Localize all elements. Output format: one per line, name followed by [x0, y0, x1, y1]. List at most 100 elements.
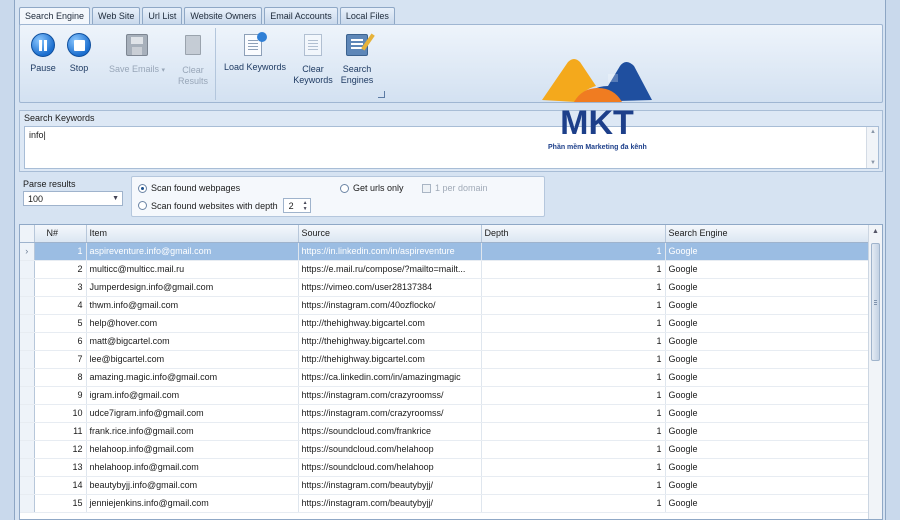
column-header-item[interactable]: Item [86, 225, 299, 243]
clear-results-button[interactable]: Clear Results [170, 32, 216, 87]
cell-item: nhelahoop.info@gmail.com [86, 458, 299, 477]
cell-item: multicc@multicc.mail.ru [86, 260, 299, 279]
cell-number: 12 [34, 440, 87, 459]
table-row[interactable]: › 1 aspireventure.info@gmail.com https://in… [20, 242, 870, 261]
row-selector[interactable] [20, 350, 35, 369]
ribbon-group-keywords: Load Keywords Clear Keywords Search Engi… [220, 28, 388, 100]
scroll-thumb[interactable] [871, 243, 880, 361]
column-header-number[interactable]: N# [34, 225, 87, 243]
row-selector[interactable] [20, 314, 35, 333]
get-urls-only-option[interactable]: Get urls only [340, 183, 404, 193]
cell-source: https://ca.linkedin.com/in/amazingmagic [298, 368, 482, 387]
table-row[interactable]: 14 beautybyjj.info@gmail.com https://insta… [20, 476, 870, 495]
row-selector[interactable] [20, 440, 35, 459]
table-row[interactable]: 5 help@hover.com http://thehighway.bigcart… [20, 314, 870, 333]
row-selector[interactable] [20, 260, 35, 279]
cell-number: 4 [34, 296, 87, 315]
tab-email-accounts[interactable]: Email Accounts [264, 7, 338, 24]
table-row[interactable]: 13 nhelahoop.info@gmail.com https://soundc… [20, 458, 870, 477]
table-row[interactable]: 7 lee@bigcartel.com http://thehighway.bigc… [20, 350, 870, 369]
load-keywords-button[interactable]: Load Keywords [220, 32, 290, 73]
cell-item: Jumperdesign.info@gmail.com [86, 278, 299, 297]
cell-number: 13 [34, 458, 87, 477]
table-row[interactable]: 15 jenniejenkins.info@gmail.com https://in… [20, 494, 870, 513]
logo-text: MKT [560, 104, 634, 142]
table-row[interactable]: 11 frank.rice.info@gmail.com https://sound… [20, 422, 870, 441]
depth-stepper[interactable]: 2 ▲ ▼ [282, 198, 311, 213]
table-row[interactable]: 6 matt@bigcartel.com http://thehighway.big… [20, 332, 870, 351]
save-emails-button[interactable]: Save Emails ▾ [102, 32, 172, 76]
scroll-down-icon[interactable]: ▼ [870, 160, 876, 166]
row-selector[interactable] [20, 476, 35, 495]
row-selector[interactable] [20, 404, 35, 423]
radio-icon[interactable] [138, 201, 147, 210]
radio-selected-icon[interactable] [138, 183, 147, 193]
depth-value: 2 [288, 200, 294, 211]
cell-search-engine: Google [665, 440, 870, 459]
search-engines-button[interactable]: Search Engines [334, 32, 380, 86]
stop-button[interactable]: Stop [56, 32, 102, 74]
cell-number: 15 [34, 494, 87, 513]
one-per-domain-option[interactable]: 1 per domain [422, 183, 488, 193]
cell-number: 5 [34, 314, 87, 333]
dialog-launcher-icon[interactable] [378, 91, 385, 98]
row-selector[interactable] [20, 296, 35, 315]
keywords-scrollbar[interactable]: ▲ ▼ [866, 127, 878, 168]
column-header-search-engine[interactable]: Search Engine [665, 225, 870, 243]
cell-source: http://thehighway.bigcartel.com [298, 332, 482, 351]
row-selector[interactable] [20, 368, 35, 387]
get-urls-only-label: Get urls only [353, 183, 404, 193]
column-header-depth[interactable]: Depth [481, 225, 666, 243]
row-selector[interactable] [20, 422, 35, 441]
row-selector[interactable] [20, 494, 35, 513]
row-selector[interactable]: › [20, 242, 35, 261]
stepper-arrows-icon[interactable]: ▲ ▼ [303, 200, 308, 212]
results-body: › 1 aspireventure.info@gmail.com https://in… [20, 242, 870, 513]
cell-number: 3 [34, 278, 87, 297]
current-row-indicator-icon: › [25, 246, 29, 256]
cell-item: igram.info@gmail.com [86, 386, 299, 405]
scan-found-webpages-option[interactable]: Scan found webpages [138, 183, 240, 193]
keywords-label: Search Keywords [24, 113, 95, 123]
row-selector[interactable] [20, 332, 35, 351]
scan-found-webpages-label: Scan found webpages [151, 183, 241, 193]
table-row[interactable]: 9 igram.info@gmail.com https://instagram.c… [20, 386, 870, 405]
scroll-up-icon[interactable]: ▲ [870, 129, 876, 135]
row-selector[interactable] [20, 458, 35, 477]
cell-number: 9 [34, 386, 87, 405]
results-scrollbar[interactable]: ▲ [868, 225, 882, 519]
cell-item: help@hover.com [86, 314, 299, 333]
mkt-logo: MKT [542, 59, 652, 142]
cell-search-engine: Google [665, 386, 870, 405]
checkbox-icon[interactable] [422, 183, 431, 193]
cell-source: http://thehighway.bigcartel.com [298, 314, 482, 333]
clear-keywords-button[interactable]: Clear Keywords [290, 32, 336, 86]
ribbon-toolbar: Pause Stop Save Emails ▾ Clear Results L… [19, 24, 883, 103]
keywords-panel: Search Keywords info| ▲ ▼ [19, 110, 883, 172]
tab-web-site[interactable]: Web Site [92, 7, 141, 24]
scroll-up-icon[interactable]: ▲ [872, 228, 879, 235]
table-row[interactable]: 10 udce7igram.info@gmail.com https://insta… [20, 404, 870, 423]
row-selector[interactable] [20, 278, 35, 297]
keywords-input[interactable]: info| ▲ ▼ [24, 126, 879, 169]
table-row[interactable]: 3 Jumperdesign.info@gmail.com https://vime… [20, 278, 870, 297]
radio-icon[interactable] [340, 183, 349, 193]
cell-source: https://e.mail.ru/compose/?mailto=mailt.… [298, 260, 482, 279]
cell-search-engine: Google [665, 242, 870, 261]
row-selector[interactable] [20, 386, 35, 405]
tab-website-owners[interactable]: Website Owners [184, 7, 263, 24]
table-row[interactable]: 12 helahoop.info@gmail.com https://soundcl… [20, 440, 870, 459]
tab-url-list[interactable]: Url List [142, 7, 183, 24]
table-row[interactable]: 4 thwm.info@gmail.com https://instagram.co… [20, 296, 870, 315]
cell-depth: 1 [481, 350, 666, 369]
table-row[interactable]: 8 amazing.magic.info@gmail.com https://ca.… [20, 368, 870, 387]
table-row[interactable]: 2 multicc@multicc.mail.ru https://e.mail.r… [20, 260, 870, 279]
column-header-source[interactable]: Source [298, 225, 482, 243]
tab-local-files[interactable]: Local Files [339, 7, 395, 24]
cell-depth: 1 [481, 296, 666, 315]
tab-search-engine[interactable]: Search Engine [19, 7, 91, 25]
cell-depth: 1 [481, 242, 666, 261]
parse-results-select[interactable]: 100 ▼ [23, 191, 123, 206]
cell-number: 2 [34, 260, 87, 279]
scan-found-websites-option[interactable]: Scan found websites with depth 2 ▲ ▼ [138, 198, 311, 213]
